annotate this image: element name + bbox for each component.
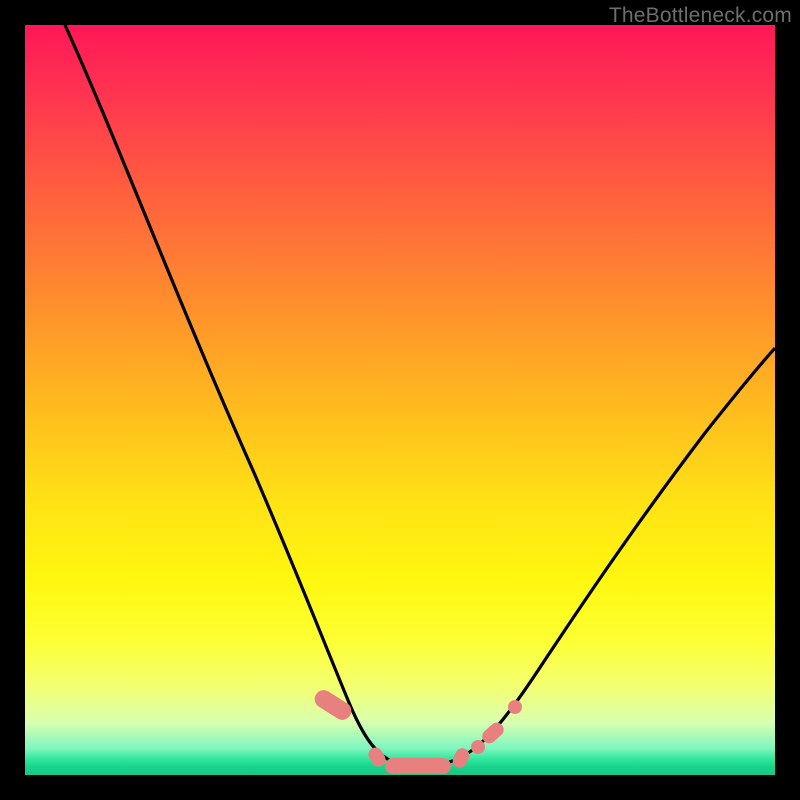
marker-segment: [311, 687, 354, 723]
marker-segment: [385, 758, 451, 774]
plot-area: [25, 25, 775, 775]
marker-dot: [508, 700, 522, 714]
marker-segment: [366, 745, 388, 769]
chart-frame: TheBottleneck.com: [0, 0, 800, 800]
marker-segment: [450, 746, 471, 770]
bottleneck-curve: [65, 25, 775, 767]
watermark-text: TheBottleneck.com: [609, 4, 792, 28]
chart-svg: [25, 25, 775, 775]
marker-dot: [471, 740, 485, 754]
marker-group: [311, 687, 522, 774]
